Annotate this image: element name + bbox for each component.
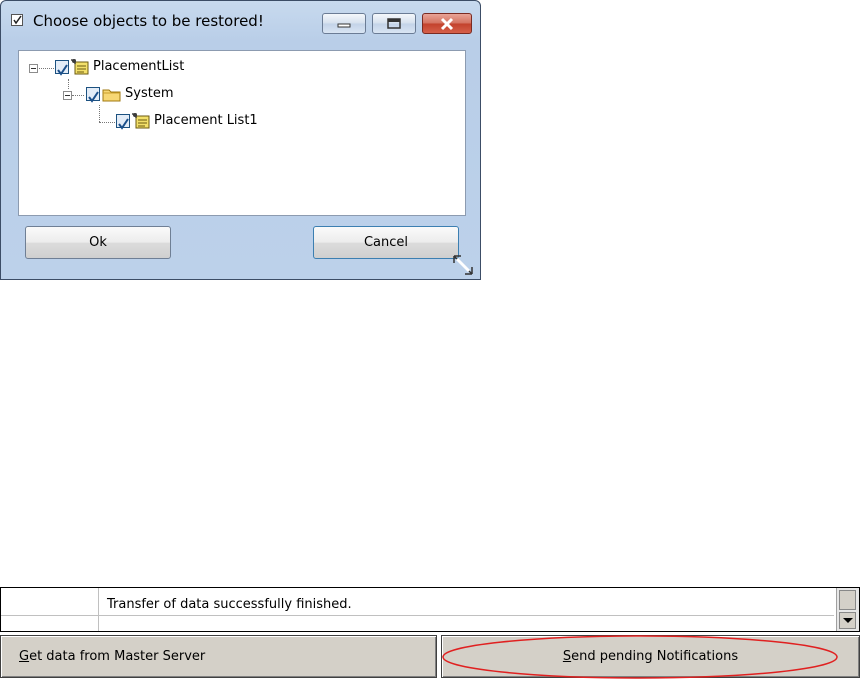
cancel-button[interactable]: Cancel — [313, 226, 459, 259]
grid-row-divider — [1, 615, 834, 616]
tree-item-label: System — [125, 86, 174, 101]
tree-item-placementlist[interactable]: PlacementList — [19, 58, 319, 78]
maximize-button[interactable] — [372, 13, 416, 34]
highlight-ellipse — [442, 635, 838, 679]
minimize-button[interactable] — [322, 13, 366, 34]
get-data-from-master-server-button[interactable]: Get data from Master Server — [0, 635, 437, 678]
ok-button[interactable]: Ok — [25, 226, 171, 259]
resize-grip-icon[interactable] — [450, 252, 478, 280]
title-bar[interactable]: Choose objects to be restored! — [1, 1, 480, 41]
restore-dialog: Choose objects to be restored! Placement… — [0, 0, 481, 280]
checkbox-placement-list1[interactable] — [116, 114, 130, 130]
tree-item-placement-list1[interactable]: Placement List1 — [19, 112, 319, 132]
log-message: Transfer of data successfully finished. — [107, 597, 352, 612]
title-check-icon — [11, 14, 23, 26]
placement-list-icon — [71, 59, 89, 75]
close-button[interactable] — [422, 13, 472, 34]
scroll-down-button[interactable] — [839, 612, 856, 629]
scrollbar-thumb[interactable] — [839, 590, 856, 610]
main-window-footer: Transfer of data successfully finished. … — [0, 587, 860, 690]
collapse-icon[interactable] — [29, 64, 38, 73]
grid-row-header — [1, 588, 99, 631]
vertical-scrollbar[interactable] — [836, 588, 859, 631]
folder-icon — [102, 89, 121, 102]
checkbox-system[interactable] — [86, 87, 100, 103]
placement-list-icon — [132, 113, 150, 129]
tree-item-system[interactable]: System — [19, 85, 319, 105]
log-grid: Transfer of data successfully finished. — [0, 587, 860, 632]
tree-item-label: Placement List1 — [154, 113, 258, 128]
dialog-title: Choose objects to be restored! — [33, 12, 264, 30]
tree-item-label: PlacementList — [93, 59, 185, 74]
collapse-icon[interactable] — [63, 91, 72, 100]
arrow-down-icon — [843, 618, 853, 623]
checkbox-placementlist[interactable] — [55, 60, 69, 76]
object-tree: PlacementList System Placement List1 — [18, 50, 466, 216]
button-label: et data from Master Server — [29, 649, 206, 664]
button-mnemonic: G — [19, 649, 30, 664]
